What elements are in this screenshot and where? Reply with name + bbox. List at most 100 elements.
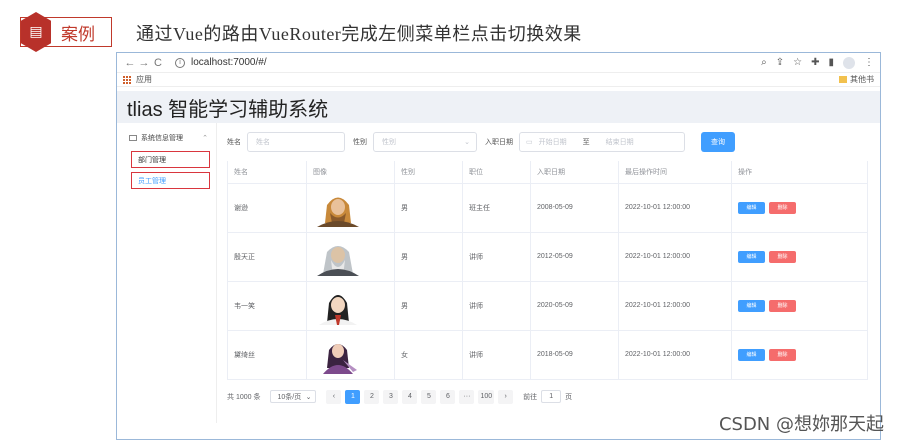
- chevron-down-icon: ⌄: [305, 393, 312, 401]
- case-badge: ▤ 案例: [20, 12, 112, 52]
- sidebar: 系统信息管理 ⌃ 部门管理 员工管理: [117, 123, 217, 423]
- case-badge-label: 案例: [61, 24, 95, 44]
- cell-job: 班主任: [462, 183, 531, 233]
- share-icon[interactable]: ⇪: [776, 57, 784, 68]
- apps-grid-icon[interactable]: [123, 75, 131, 84]
- cell-gender: 女: [394, 330, 463, 380]
- cell-job: 讲师: [462, 232, 531, 282]
- employee-table: 姓名 图像 性别 职位 入职日期 最后操作时间 操作 谢逊 男 班主任 2008…: [227, 161, 868, 380]
- bookmarks-bar: 应用 其他书: [117, 73, 880, 87]
- pagination: 共 1000 条 10条/页 ⌄ ‹ 1 2 3 4 5 6 ··· 100 ›…: [227, 389, 870, 404]
- goto-page-input[interactable]: 1: [541, 390, 562, 403]
- col-actions: 操作: [731, 161, 868, 184]
- gender-select[interactable]: 性别 ⌄: [373, 132, 477, 152]
- page-size-value: 10条/页: [277, 393, 302, 401]
- edit-button[interactable]: 编辑: [738, 250, 765, 263]
- menu-icon[interactable]: ⋮: [864, 57, 874, 68]
- page-button[interactable]: 3: [383, 389, 399, 404]
- date-label: 入职日期: [485, 139, 513, 146]
- delete-button[interactable]: 删除: [769, 250, 796, 263]
- site-info-icon[interactable]: i: [175, 57, 185, 68]
- goto-suffix: 页: [565, 393, 573, 401]
- prev-page-icon[interactable]: ‹: [326, 389, 342, 404]
- table-row: 殷天正 男 讲师 2012-05-09 2022-10-01 12:00:00 …: [227, 232, 868, 282]
- name-placeholder: 姓名: [256, 139, 270, 146]
- bookmark-apps[interactable]: 应用: [136, 74, 152, 85]
- edit-button[interactable]: 编辑: [738, 299, 765, 312]
- page-button[interactable]: 2: [364, 389, 380, 404]
- star-icon[interactable]: ☆: [793, 57, 802, 68]
- sidebar-item-dept[interactable]: 部门管理: [131, 151, 210, 168]
- edit-button[interactable]: 编辑: [738, 201, 765, 214]
- date-range-picker[interactable]: ▭ 开始日期 至 结束日期: [519, 132, 685, 152]
- cell-name: 谢逊: [227, 183, 307, 233]
- cell-name: 韦一笑: [227, 281, 307, 331]
- table-row: 谢逊 男 班主任 2008-05-09 2022-10-01 12:00:00 …: [227, 183, 868, 233]
- back-icon[interactable]: ←: [123, 57, 137, 69]
- sidepanel-icon[interactable]: ▮: [828, 57, 834, 68]
- delete-button[interactable]: 删除: [769, 299, 796, 312]
- document-icon: ▤: [21, 12, 51, 52]
- reload-icon[interactable]: C: [151, 57, 165, 69]
- sidebar-item-label: 部门管理: [138, 156, 166, 164]
- menu-group-system[interactable]: 系统信息管理 ⌃: [117, 129, 216, 147]
- cell-updated: 2022-10-01 12:00:00: [618, 232, 732, 282]
- table-row: 黛绮丝 女 讲师 2018-05-09 2022-10-01 12:00:00 …: [227, 330, 868, 380]
- cell-actions: 编辑 删除: [731, 281, 868, 331]
- cell-entry: 2018-05-09: [530, 330, 619, 380]
- date-separator: 至: [582, 139, 590, 146]
- app-title: tlias 智能学习辅助系统: [127, 98, 329, 121]
- page-size-select[interactable]: 10条/页 ⌄: [270, 390, 317, 403]
- cell-gender: 男: [394, 281, 463, 331]
- pager-total: 共 1000 条: [227, 393, 261, 401]
- cell-gender: 男: [394, 232, 463, 282]
- cell-entry: 2020-05-09: [530, 281, 619, 331]
- next-page-icon[interactable]: ›: [498, 389, 514, 404]
- query-button[interactable]: 查询: [701, 132, 735, 152]
- toolbar-icons: ⌕ ⇪ ☆ ✚ ▮ ⋮: [761, 56, 874, 69]
- page-button[interactable]: 4: [402, 389, 418, 404]
- forward-icon[interactable]: →: [137, 57, 151, 69]
- search-form: 姓名 姓名 性别 性别 ⌄ 入职日期 ▭ 开始日期 至 结束日期 查询: [227, 131, 870, 153]
- main-content: 姓名 姓名 性别 性别 ⌄ 入职日期 ▭ 开始日期 至 结束日期 查询 姓名 图…: [217, 123, 880, 423]
- delete-button[interactable]: 删除: [769, 201, 796, 214]
- bookmark-other[interactable]: 其他书: [839, 74, 874, 85]
- cell-job: 讲师: [462, 281, 531, 331]
- col-updated: 最后操作时间: [618, 161, 732, 184]
- cell-actions: 编辑 删除: [731, 232, 868, 282]
- more-pages-button[interactable]: ···: [459, 389, 475, 404]
- cell-image: [306, 183, 395, 233]
- table-header-row: 姓名 图像 性别 职位 入职日期 最后操作时间 操作: [227, 161, 868, 184]
- cell-updated: 2022-10-01 12:00:00: [618, 281, 732, 331]
- page-button[interactable]: 6: [440, 389, 456, 404]
- page-button[interactable]: 1: [345, 389, 361, 404]
- cell-entry: 2008-05-09: [530, 183, 619, 233]
- extensions-icon[interactable]: ✚: [811, 57, 819, 68]
- name-input[interactable]: 姓名: [247, 132, 345, 152]
- zoom-icon[interactable]: ⌕: [761, 57, 767, 68]
- chevron-up-icon: ⌃: [202, 135, 208, 142]
- browser-window: ← → C i localhost:7000/#/ ⌕ ⇪ ☆ ✚ ▮ ⋮ 应用…: [116, 52, 881, 440]
- app-header: tlias 智能学习辅助系统: [117, 91, 880, 123]
- gender-placeholder: 性别: [382, 139, 396, 146]
- sidebar-item-emp[interactable]: 员工管理: [131, 172, 210, 189]
- delete-button[interactable]: 删除: [769, 348, 796, 361]
- page-button[interactable]: 5: [421, 389, 437, 404]
- bookmark-other-label: 其他书: [850, 75, 874, 84]
- cell-image: [306, 232, 395, 282]
- cell-image: [306, 330, 395, 380]
- col-entry-date: 入职日期: [530, 161, 619, 184]
- edit-button[interactable]: 编辑: [738, 348, 765, 361]
- url-field[interactable]: i localhost:7000/#/: [175, 55, 761, 71]
- cell-entry: 2012-05-09: [530, 232, 619, 282]
- cell-updated: 2022-10-01 12:00:00: [618, 330, 732, 380]
- cell-actions: 编辑 删除: [731, 330, 868, 380]
- cell-name: 殷天正: [227, 232, 307, 282]
- profile-avatar[interactable]: [843, 56, 855, 69]
- avatar-4: [323, 343, 357, 374]
- table-row: 韦一笑 男 讲师 2020-05-09 2022-10-01 12:00:00 …: [227, 281, 868, 331]
- menu-group-label: 系统信息管理: [141, 135, 183, 142]
- app-body: 系统信息管理 ⌃ 部门管理 员工管理 姓名 姓名 性别 性别 ⌄ 入职日期 ▭ …: [117, 123, 880, 423]
- cell-updated: 2022-10-01 12:00:00: [618, 183, 732, 233]
- page-button[interactable]: 100: [478, 389, 495, 404]
